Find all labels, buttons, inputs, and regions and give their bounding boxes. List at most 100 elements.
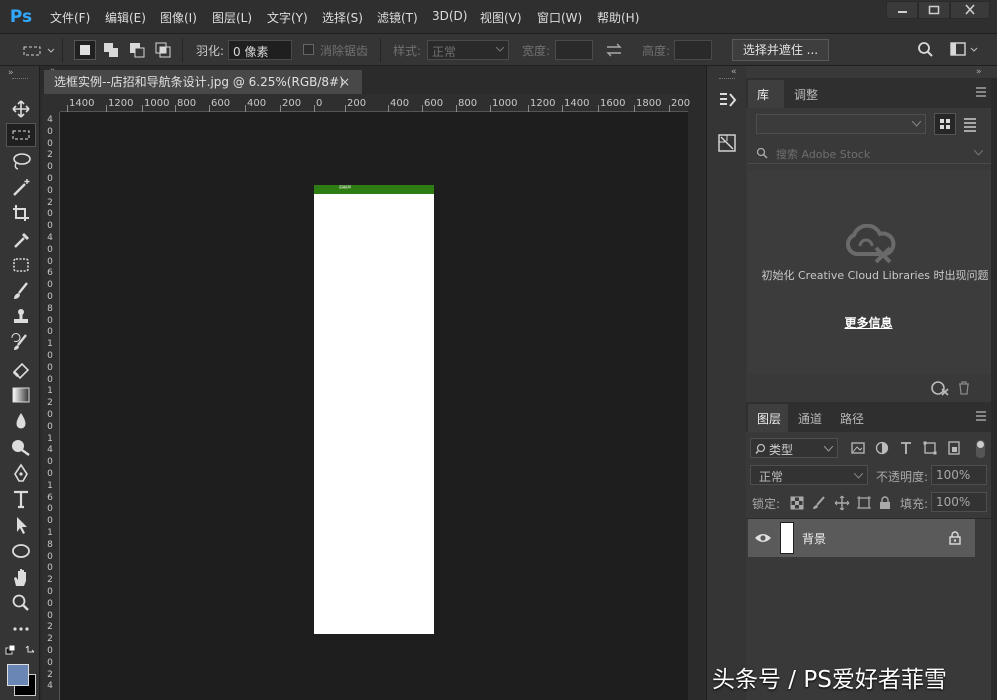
close-tab-icon[interactable]: ×: [340, 70, 350, 94]
restore-button[interactable]: [918, 1, 950, 19]
type-tool-icon[interactable]: [8, 488, 34, 510]
panel-icon-strip: «: [706, 66, 746, 700]
crop-tool-icon[interactable]: [8, 202, 34, 224]
collapse-panel-icon[interactable]: «: [731, 67, 737, 77]
grid-view-button[interactable]: [934, 113, 956, 135]
select-and-mask-button[interactable]: 选择并遮住 ...: [732, 39, 829, 61]
swap-dimensions-icon[interactable]: [604, 42, 624, 58]
history-panel-icon[interactable]: [717, 90, 739, 112]
marquee-tool-button[interactable]: [6, 123, 36, 147]
document-canvas[interactable]: 店铺名称: [314, 185, 434, 634]
add-to-selection-icon[interactable]: [102, 41, 120, 59]
more-info-link[interactable]: 更多信息: [746, 314, 991, 331]
filter-shape-icon[interactable]: [922, 440, 938, 456]
document-tab[interactable]: 选框实例--店招和导航条设计.jpg @ 6.25%(RGB/8#) ×: [44, 70, 362, 94]
magic-wand-icon[interactable]: [8, 176, 34, 198]
menu-3d[interactable]: 3D(D): [432, 9, 467, 23]
tab-adjustments[interactable]: 调整: [794, 86, 818, 103]
filter-toggle[interactable]: [976, 440, 985, 458]
foreground-color-swatch[interactable]: [7, 664, 29, 686]
marquee-preset-icon[interactable]: [8, 42, 56, 60]
expand-panel-icon[interactable]: »: [976, 67, 982, 77]
blend-mode-select[interactable]: 正常: [750, 465, 868, 485]
subtract-selection-icon[interactable]: [128, 41, 146, 59]
lock-pixels-icon[interactable]: [812, 496, 826, 510]
eye-visibility-icon[interactable]: [754, 531, 772, 545]
library-select[interactable]: [756, 114, 926, 134]
hand-tool-icon[interactable]: [8, 566, 34, 588]
properties-panel-icon[interactable]: [717, 132, 739, 154]
fill-input[interactable]: 100%: [931, 492, 987, 512]
panel-menu-icon[interactable]: [974, 86, 988, 98]
tab-library[interactable]: 库: [748, 80, 784, 108]
height-input[interactable]: [674, 40, 712, 60]
minimize-button[interactable]: [886, 1, 918, 19]
new-selection-button[interactable]: [74, 40, 96, 60]
lock-all-icon[interactable]: [878, 496, 892, 510]
ruler-tick: 1000: [492, 98, 518, 109]
patch-tool-icon[interactable]: [8, 254, 34, 276]
antialias-checkbox[interactable]: [303, 44, 314, 55]
ruler-tick: 0: [47, 315, 53, 326]
clone-stamp-icon[interactable]: [8, 306, 34, 328]
layer-filter-select[interactable]: 类型: [750, 438, 838, 458]
move-tool-icon[interactable]: [8, 98, 34, 120]
cc-sync-icon[interactable]: [930, 380, 950, 396]
width-input[interactable]: [555, 40, 593, 60]
layer-row-background[interactable]: 背景: [748, 519, 975, 557]
eyedropper-icon[interactable]: [8, 228, 34, 250]
history-brush-icon[interactable]: [8, 332, 34, 354]
trash-icon[interactable]: [956, 380, 972, 396]
more-tools-icon[interactable]: [8, 618, 34, 640]
search-icon[interactable]: [916, 41, 934, 59]
lock-transparency-icon[interactable]: [790, 496, 804, 510]
menu-type[interactable]: 文字(Y): [267, 9, 308, 26]
menu-view[interactable]: 视图(V): [480, 9, 522, 26]
lock-position-icon[interactable]: [834, 495, 850, 511]
gradient-tool-icon[interactable]: [8, 384, 34, 406]
brush-tool-icon[interactable]: [8, 280, 34, 302]
ruler-tick: 0: [47, 504, 53, 515]
path-selection-icon[interactable]: [8, 514, 34, 536]
workspace-icon[interactable]: [950, 42, 980, 58]
canvas-area[interactable]: 店铺名称: [60, 112, 688, 700]
style-select[interactable]: 正常: [427, 40, 509, 60]
zoom-tool-icon[interactable]: [8, 592, 34, 614]
panel-scrollbar[interactable]: [991, 78, 997, 700]
pen-tool-icon[interactable]: [8, 462, 34, 484]
lasso-tool-icon[interactable]: [8, 150, 34, 172]
filter-pixel-icon[interactable]: [850, 440, 866, 456]
menu-filter[interactable]: 滤镜(T): [377, 9, 418, 26]
lock-artboard-icon[interactable]: [856, 495, 872, 511]
ellipse-tool-icon[interactable]: [8, 540, 34, 562]
menu-select[interactable]: 选择(S): [322, 9, 363, 26]
tab-paths[interactable]: 路径: [840, 410, 864, 427]
opacity-input[interactable]: 100%: [931, 465, 987, 485]
blend-mode-value: 正常: [759, 470, 784, 484]
collapse-toolbar-icon[interactable]: »: [8, 68, 14, 78]
menu-layer[interactable]: 图层(L): [212, 9, 252, 26]
menu-image[interactable]: 图像(I): [160, 9, 197, 26]
dodge-tool-icon[interactable]: [8, 436, 34, 458]
menu-window[interactable]: 窗口(W): [537, 9, 582, 26]
menu-edit[interactable]: 编辑(E): [105, 9, 146, 26]
menu-help[interactable]: 帮助(H): [597, 9, 639, 26]
menu-file[interactable]: 文件(F): [50, 9, 90, 26]
default-colors-icon[interactable]: [4, 642, 38, 662]
blur-tool-icon[interactable]: [8, 410, 34, 432]
horizontal-ruler: 1400 1200 1000 800 600 400 200 0 200 400 600 800 100…: [60, 94, 690, 112]
feather-input[interactable]: 0 像素: [228, 40, 292, 60]
tab-channels[interactable]: 通道: [798, 410, 822, 427]
ruler-tick: 2: [47, 150, 53, 161]
panel-menu-icon[interactable]: [974, 410, 988, 422]
filter-type-icon[interactable]: [898, 440, 914, 456]
filter-adjustment-icon[interactable]: [874, 440, 890, 456]
list-view-icon[interactable]: [962, 116, 978, 132]
intersect-selection-icon[interactable]: [154, 41, 172, 59]
eraser-icon[interactable]: [8, 358, 34, 380]
close-window-button[interactable]: [950, 1, 990, 19]
filter-smartobject-icon[interactable]: [946, 440, 962, 456]
width-label: 宽度:: [522, 44, 551, 58]
stock-search-bar[interactable]: 搜索 Adobe Stock: [748, 142, 991, 164]
tab-layers[interactable]: 图层: [748, 404, 788, 432]
